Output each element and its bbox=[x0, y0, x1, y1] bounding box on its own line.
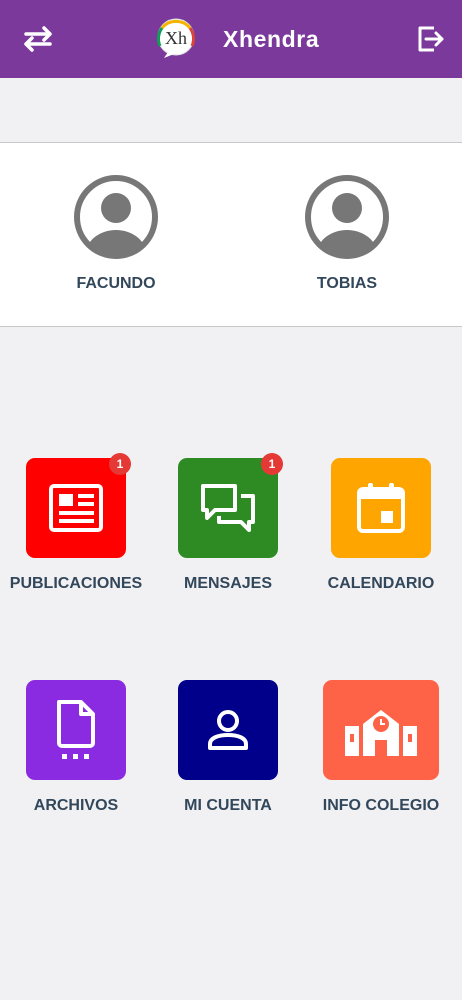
child-tobias[interactable]: TOBIAS bbox=[272, 143, 422, 328]
mensajes-tile bbox=[178, 458, 278, 558]
menu-calendario[interactable]: CALENDARIO bbox=[306, 458, 456, 608]
menu-archivos[interactable]: ARCHIVOS bbox=[1, 680, 151, 830]
app-bar: Xh Xhendra bbox=[0, 0, 462, 78]
menu-mi-cuenta[interactable]: MI CUENTA bbox=[153, 680, 303, 830]
swap-arrows-icon bbox=[24, 26, 52, 52]
switch-child-button[interactable] bbox=[20, 22, 56, 56]
child-name: FACUNDO bbox=[76, 275, 156, 292]
app-logo: Xh bbox=[156, 18, 196, 58]
tile-label: MENSAJES bbox=[183, 575, 273, 592]
tile-label: PUBLICACIONES bbox=[9, 575, 143, 592]
menu-info-colegio[interactable]: INFO COLEGIO bbox=[306, 680, 456, 830]
file-icon bbox=[57, 700, 95, 759]
tile-label: MI CUENTA bbox=[184, 797, 272, 814]
notification-badge: 1 bbox=[109, 453, 131, 475]
calendario-tile bbox=[331, 458, 431, 558]
menu-mensajes[interactable]: 1 MENSAJES bbox=[153, 453, 303, 608]
child-name: TOBIAS bbox=[316, 275, 378, 292]
child-facundo[interactable]: FACUNDO bbox=[41, 143, 191, 328]
tile-label: ARCHIVOS bbox=[33, 797, 119, 814]
newspaper-icon bbox=[49, 484, 103, 532]
school-icon bbox=[345, 710, 417, 756]
notification-badge: 1 bbox=[261, 453, 283, 475]
svg-text:Xh: Xh bbox=[165, 28, 187, 48]
calendar-icon bbox=[357, 483, 405, 533]
mi-cuenta-tile bbox=[178, 680, 278, 780]
children-panel: FACUNDO TOBIAS bbox=[0, 142, 462, 327]
info-colegio-tile bbox=[323, 680, 439, 780]
chat-icon bbox=[201, 484, 255, 532]
app-title: Xhendra bbox=[223, 26, 320, 52]
logout-button[interactable] bbox=[412, 22, 448, 56]
tile-label: CALENDARIO bbox=[327, 575, 435, 592]
logout-icon bbox=[418, 26, 444, 52]
archivos-tile bbox=[26, 680, 126, 780]
menu-publicaciones[interactable]: 1 PUBLICACIONES bbox=[1, 453, 151, 608]
avatar-icon bbox=[74, 175, 158, 259]
publicaciones-tile bbox=[26, 458, 126, 558]
tile-label: INFO COLEGIO bbox=[322, 797, 440, 814]
avatar-icon bbox=[305, 175, 389, 259]
user-icon bbox=[208, 710, 248, 750]
